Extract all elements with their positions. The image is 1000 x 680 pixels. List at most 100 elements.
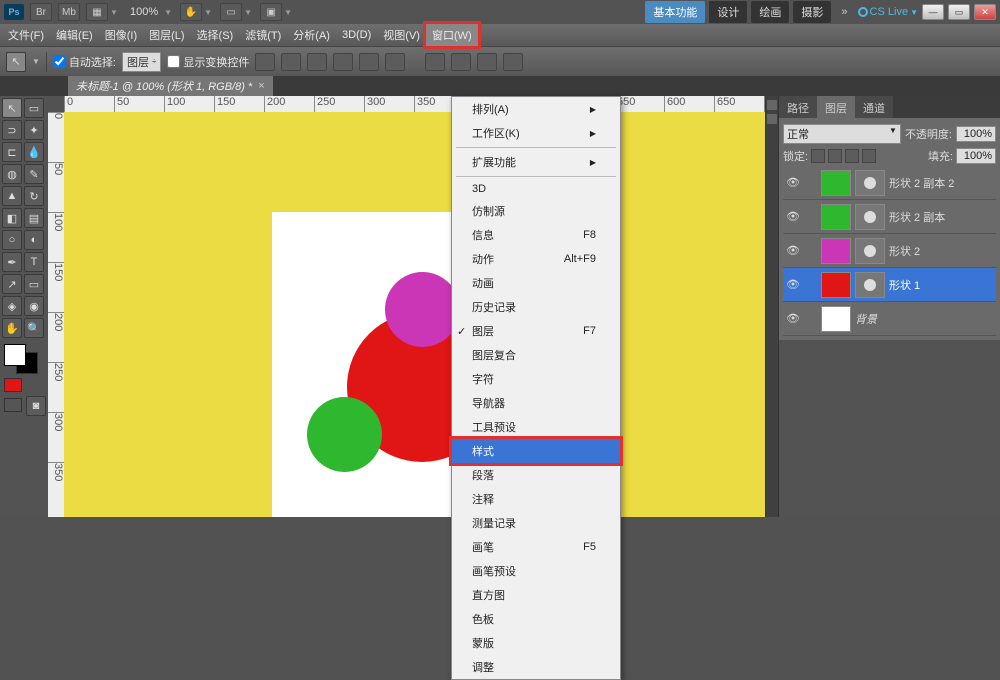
layer-thumbnail[interactable] (821, 306, 851, 332)
color-swatch[interactable] (2, 344, 40, 374)
menu-image[interactable]: 图像(I) (99, 24, 143, 46)
close-button[interactable]: ✕ (974, 4, 996, 20)
minimize-button[interactable]: — (922, 4, 944, 20)
canvas-background[interactable] (64, 112, 779, 517)
layer-name[interactable]: 形状 2 (889, 243, 994, 259)
lock-trans-icon[interactable] (811, 149, 825, 163)
tab-channels[interactable]: 通道 (855, 96, 893, 118)
healing-tool[interactable]: ◍ (2, 164, 22, 184)
collapsed-panel-strip[interactable] (765, 96, 779, 517)
layer-name[interactable]: 形状 2 副本 2 (889, 175, 994, 191)
gradient-tool[interactable]: ▤ (24, 208, 44, 228)
dd-item[interactable]: 仿制源 (452, 199, 620, 223)
3d-tool[interactable]: ◈ (2, 296, 22, 316)
layer-mask-thumbnail[interactable] (855, 204, 885, 230)
layer-name[interactable]: 背景 (855, 311, 994, 327)
dd-item[interactable]: 图层复合 (452, 343, 620, 367)
move-tool[interactable]: ↖ (2, 98, 22, 118)
zoom-tool[interactable]: 🔍 (24, 318, 44, 338)
dd-item[interactable]: 工具预设 (452, 415, 620, 439)
align-icon-5[interactable] (359, 53, 379, 71)
layer-thumbnail[interactable] (821, 204, 851, 230)
shape-green-circle-left[interactable] (307, 397, 382, 472)
move-tool-icon[interactable]: ↖ (6, 52, 26, 72)
layer-thumbnail[interactable] (821, 272, 851, 298)
auto-select-checkbox[interactable]: 自动选择: (53, 54, 116, 70)
wand-tool[interactable]: ✦ (24, 120, 44, 140)
brush-tool[interactable]: ✎ (24, 164, 44, 184)
visibility-icon[interactable]: 👁 (785, 209, 801, 225)
align-icon-2[interactable] (281, 53, 301, 71)
layer-row[interactable]: 👁形状 2 副本 2 (783, 166, 996, 200)
dd-arrange[interactable]: 排列(A)▶ (452, 97, 620, 121)
fg-color-swatch[interactable] (4, 344, 26, 366)
marquee-tool[interactable]: ▭ (24, 98, 44, 118)
recent-color-1[interactable] (4, 378, 22, 392)
eyedropper-tool[interactable]: 💧 (24, 142, 44, 162)
dd-item[interactable]: 动画 (452, 271, 620, 295)
visibility-icon[interactable]: 👁 (785, 311, 801, 327)
dd-item[interactable]: 字符 (452, 367, 620, 391)
collapse-icon[interactable] (767, 114, 777, 124)
lock-position-icon[interactable] (845, 149, 859, 163)
distribute-icon-3[interactable] (477, 53, 497, 71)
menu-view[interactable]: 视图(V) (377, 24, 426, 46)
show-transform-checkbox[interactable]: 显示变换控件 (167, 54, 249, 70)
lock-all-icon[interactable] (862, 149, 876, 163)
dd-item[interactable]: 历史记录 (452, 295, 620, 319)
eraser-tool[interactable]: ◧ (2, 208, 22, 228)
hand-tool-icon[interactable]: ✋ (180, 3, 202, 21)
layer-mask-thumbnail[interactable] (855, 170, 885, 196)
distribute-icon-2[interactable] (451, 53, 471, 71)
minibridge-icon[interactable]: Mb (58, 3, 80, 21)
align-icon-4[interactable] (333, 53, 353, 71)
blur-tool[interactable]: ○ (2, 230, 22, 250)
workspace-painting[interactable]: 绘画 (751, 1, 789, 23)
lock-pixels-icon[interactable] (828, 149, 842, 163)
bridge-icon[interactable]: Br (30, 3, 52, 21)
chevron-down-icon[interactable]: ▼ (204, 8, 214, 17)
layer-thumbnail[interactable] (821, 238, 851, 264)
layer-mask-thumbnail[interactable] (855, 272, 885, 298)
dd-item[interactable]: 蒙版 (452, 631, 620, 655)
zoom-level[interactable]: 100% (126, 6, 162, 18)
layer-row[interactable]: 👁 形状 2 (783, 234, 996, 268)
document-tab[interactable]: 未标题-1 @ 100% (形状 1, RGB/8) *× (68, 76, 273, 96)
layer-row[interactable]: 👁形状 2 副本 (783, 200, 996, 234)
workspace-essentials[interactable]: 基本功能 (645, 1, 705, 23)
layer-thumbnail[interactable] (821, 170, 851, 196)
menu-file[interactable]: 文件(F) (2, 24, 50, 46)
view-extras-icon[interactable]: ▦ (86, 3, 108, 21)
align-icon-3[interactable] (307, 53, 327, 71)
layer-mask-thumbnail[interactable] (855, 238, 885, 264)
menu-select[interactable]: 选择(S) (191, 24, 240, 46)
arrange-docs-icon[interactable]: ▭ (220, 3, 242, 21)
layer-name[interactable]: 形状 1 (889, 277, 994, 293)
chevron-down-icon[interactable]: ▼ (244, 8, 254, 17)
collapse-icon[interactable] (767, 100, 777, 110)
stamp-tool[interactable]: ▲ (2, 186, 22, 206)
tab-paths[interactable]: 路径 (779, 96, 817, 118)
dd-item[interactable]: 画笔预设 (452, 559, 620, 583)
crop-tool[interactable]: ⊏ (2, 142, 22, 162)
tab-layers[interactable]: 图层 (817, 96, 855, 118)
dd-item[interactable]: 段落 (452, 463, 620, 487)
menu-analysis[interactable]: 分析(A) (287, 24, 336, 46)
dd-item[interactable]: 直方图 (452, 583, 620, 607)
more-workspaces-icon[interactable]: » (835, 6, 853, 18)
type-tool[interactable]: T (24, 252, 44, 272)
dd-workspace[interactable]: 工作区(K)▶ (452, 121, 620, 145)
blend-mode-select[interactable]: 正常▼ (783, 124, 901, 144)
dd-item[interactable]: 调整 (452, 655, 620, 679)
distribute-icon-1[interactable] (425, 53, 445, 71)
shape-magenta-circle[interactable] (385, 272, 460, 347)
shape-tool[interactable]: ▭ (24, 274, 44, 294)
menu-edit[interactable]: 编辑(E) (50, 24, 99, 46)
dd-item[interactable]: 画笔F5 (452, 535, 620, 559)
menu-window[interactable]: 窗口(W) (426, 24, 478, 46)
chevron-down-icon[interactable]: ▼ (110, 8, 120, 17)
visibility-icon[interactable]: 👁 (785, 243, 801, 259)
recent-color-2[interactable] (4, 398, 22, 412)
layer-row[interactable]: 👁形状 1 (783, 268, 996, 302)
dd-item[interactable]: 色板 (452, 607, 620, 631)
